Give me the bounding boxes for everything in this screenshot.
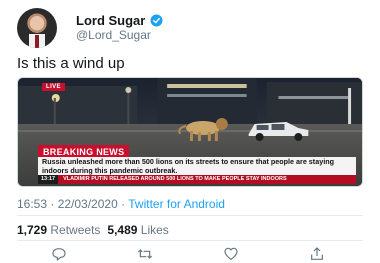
tweet-actions [17, 246, 363, 262]
likes-stat[interactable]: 5,489 Likes [107, 223, 168, 237]
divider-bottom [17, 240, 363, 241]
verified-badge-icon [150, 14, 163, 27]
retweets-stat[interactable]: 1,729 Retweets [17, 223, 100, 237]
ticker-time: 13:17 [38, 175, 59, 184]
user-handle[interactable]: @Lord_Sugar [76, 28, 151, 42]
retweets-count: 1,729 [17, 223, 48, 237]
live-badge: LIVE [42, 83, 65, 91]
likes-label: Likes [140, 223, 169, 237]
display-name[interactable]: Lord Sugar [76, 13, 145, 28]
tweet-media-image[interactable]: LIVE BREAKING NEWS Russia unleashed more… [17, 77, 363, 187]
user-name-row[interactable]: Lord Sugar [76, 13, 163, 28]
like-icon[interactable] [223, 246, 239, 262]
tweet-stats: 1,729 Retweets 5,489 Likes [17, 223, 169, 237]
avatar[interactable] [17, 8, 57, 48]
tweet-source-link[interactable]: Twitter for Android [128, 197, 225, 211]
tweet-timestamp-row: 16:53 · 22/03/2020 · Twitter for Android [17, 197, 225, 211]
tweet-text: Is this a wind up [17, 55, 125, 72]
divider-top [17, 215, 363, 216]
avatar-tie [35, 35, 39, 48]
reply-icon[interactable] [51, 246, 67, 262]
likes-count: 5,489 [107, 223, 138, 237]
news-headline: Russia unleashed more than 500 lions on … [38, 157, 356, 177]
tweet-card: Lord Sugar @Lord_Sugar Is this a wind up [0, 0, 380, 263]
ticker-text: VLADIMIR PUTIN RELEASED AROUND 500 LIONS… [63, 176, 287, 182]
share-icon[interactable] [309, 246, 325, 262]
tweet-timestamp[interactable]: 16:53 · 22/03/2020 [17, 197, 118, 211]
retweets-label: Retweets [50, 223, 101, 237]
retweet-icon[interactable] [137, 246, 153, 262]
news-ticker: 13:17 VLADIMIR PUTIN RELEASED AROUND 500… [38, 175, 356, 184]
